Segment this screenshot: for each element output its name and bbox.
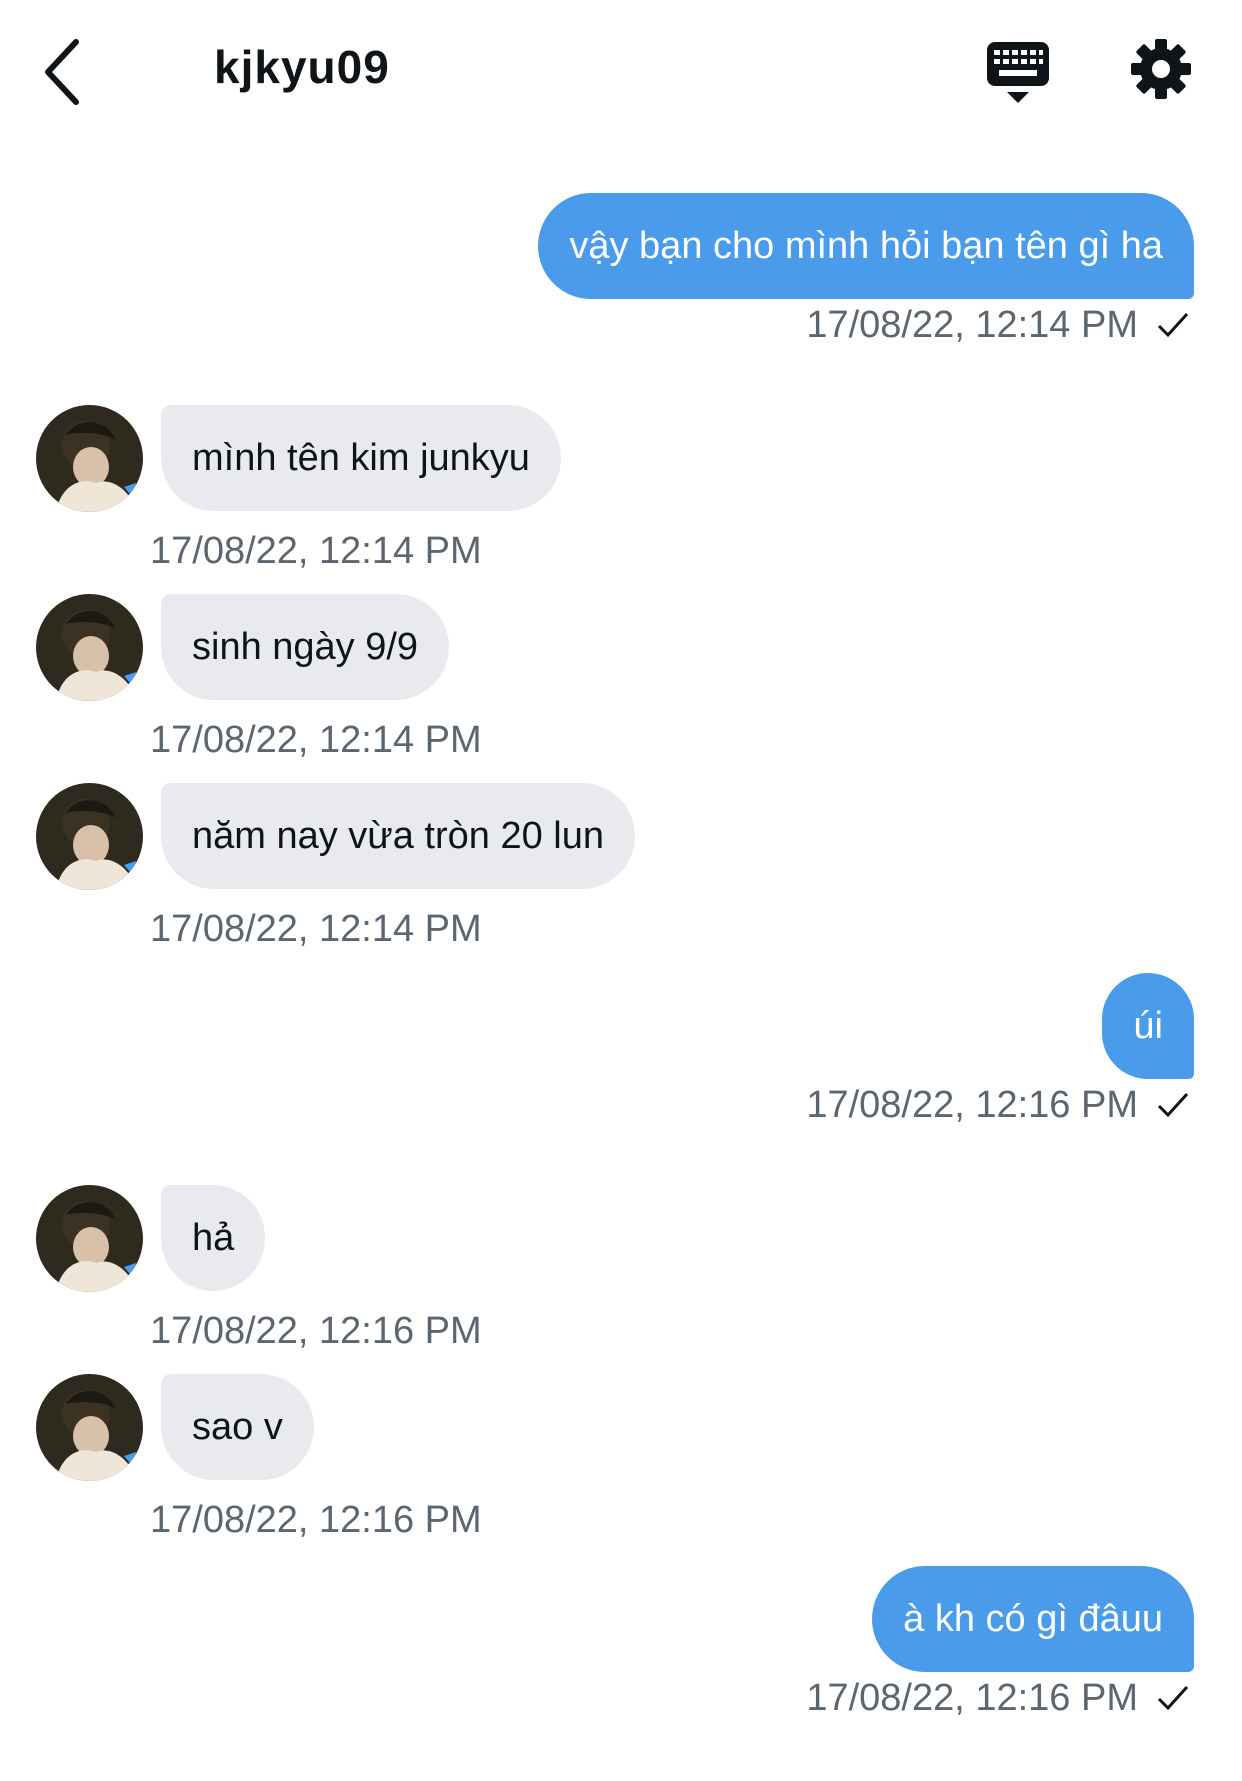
avatar[interactable] xyxy=(36,1185,143,1292)
message-timestamp: 17/08/22, 12:16 PM xyxy=(806,1672,1194,1724)
message-timestamp: 17/08/22, 12:14 PM xyxy=(150,908,482,950)
avatar[interactable] xyxy=(36,405,143,512)
message-bubble[interactable]: à kh có gì đâuu xyxy=(872,1566,1194,1672)
message-bubble[interactable]: hả xyxy=(161,1185,266,1291)
incoming-message: hả 17/08/22, 12:16 PM xyxy=(36,1185,482,1357)
message-timestamp: 17/08/22, 12:14 PM xyxy=(150,719,482,761)
message-bubble[interactable]: năm nay vừa tròn 20 lun xyxy=(161,783,636,889)
outgoing-message: úi 17/08/22, 12:16 PM xyxy=(806,973,1194,1131)
message-bubble[interactable]: úi xyxy=(1102,973,1194,1079)
avatar[interactable] xyxy=(36,1374,143,1481)
message-timestamp: 17/08/22, 12:16 PM xyxy=(150,1499,482,1541)
message-bubble[interactable]: sao v xyxy=(161,1374,314,1480)
incoming-message: mình tên kim junkyu 17/08/22, 12:14 PM xyxy=(36,405,561,577)
message-bubble[interactable]: vậy bạn cho mình hỏi bạn tên gì ha xyxy=(538,193,1194,299)
outgoing-message: vậy bạn cho mình hỏi bạn tên gì ha 17/08… xyxy=(538,193,1194,351)
incoming-message: sao v 17/08/22, 12:16 PM xyxy=(36,1374,482,1546)
message-timestamp: 17/08/22, 12:16 PM xyxy=(150,1310,482,1352)
outgoing-message: à kh có gì đâuu 17/08/22, 12:16 PM xyxy=(806,1566,1194,1724)
read-check-icon xyxy=(1157,1685,1189,1711)
avatar[interactable] xyxy=(36,594,143,701)
timestamp-text: 17/08/22, 12:14 PM xyxy=(806,304,1138,346)
message-timestamp: 17/08/22, 12:16 PM xyxy=(806,1079,1194,1131)
read-check-icon xyxy=(1157,1092,1189,1118)
incoming-message: năm nay vừa tròn 20 lun 17/08/22, 12:14 … xyxy=(36,783,636,955)
message-bubble[interactable]: mình tên kim junkyu xyxy=(161,405,561,511)
avatar[interactable] xyxy=(36,783,143,890)
message-timestamp: 17/08/22, 12:14 PM xyxy=(150,530,482,572)
message-bubble[interactable]: sinh ngày 9/9 xyxy=(161,594,450,700)
timestamp-text: 17/08/22, 12:16 PM xyxy=(806,1084,1138,1126)
message-timestamp: 17/08/22, 12:14 PM xyxy=(538,299,1194,351)
incoming-message: sinh ngày 9/9 17/08/22, 12:14 PM xyxy=(36,594,482,766)
read-check-icon xyxy=(1157,312,1189,338)
message-list: vậy bạn cho mình hỏi bạn tên gì ha 17/08… xyxy=(0,0,1242,1781)
timestamp-text: 17/08/22, 12:16 PM xyxy=(806,1677,1138,1719)
